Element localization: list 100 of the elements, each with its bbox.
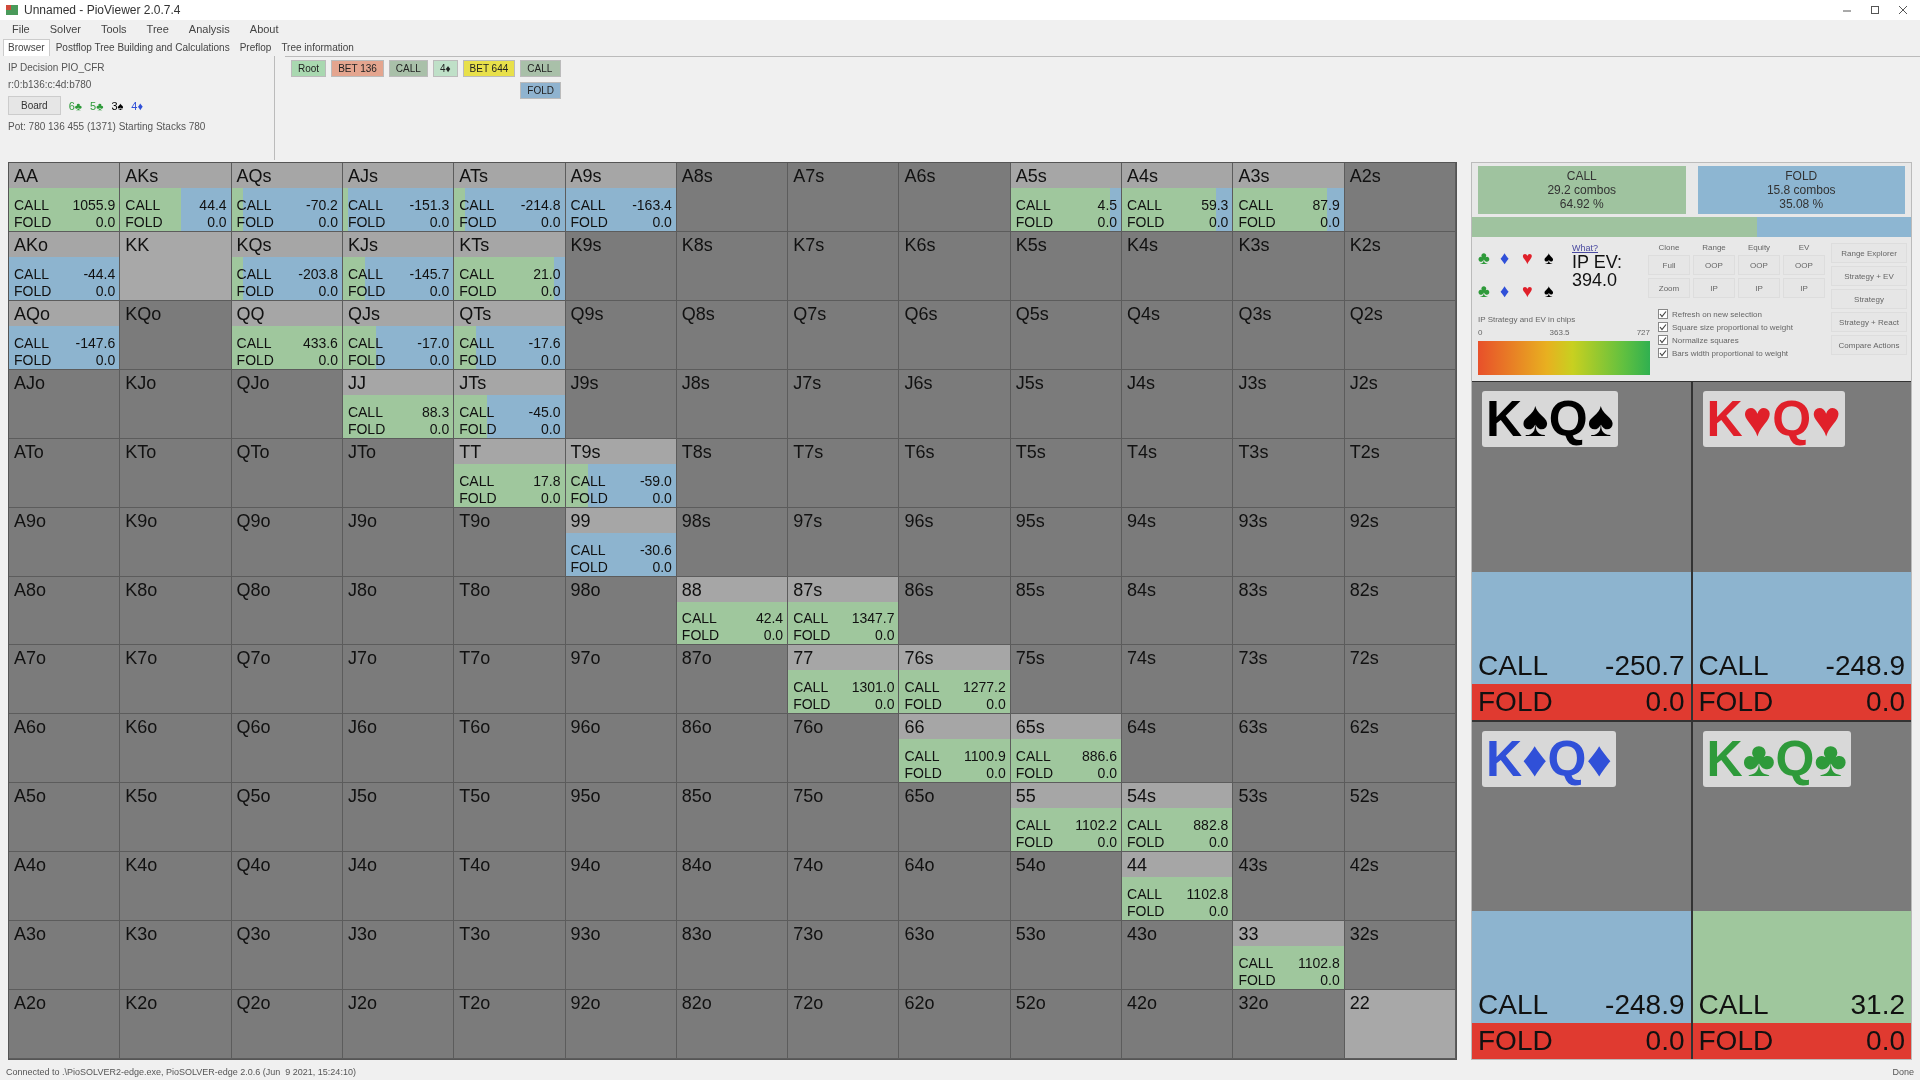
hand-cell[interactable]: J2o bbox=[342, 990, 455, 1059]
hand-cell[interactable]: KK bbox=[120, 231, 232, 301]
suit-filter[interactable]: ♦ bbox=[1500, 281, 1522, 302]
hand-cell[interactable]: 76s CALL 1277.2 FOLD 0.0 bbox=[899, 645, 1011, 715]
hand-cell[interactable]: T6o bbox=[454, 714, 566, 784]
menu-item[interactable]: File bbox=[4, 22, 38, 36]
hand-cell[interactable]: J8o bbox=[342, 576, 455, 646]
hand-cell[interactable]: JJ CALL 88.3 FOLD 0.0 bbox=[342, 369, 455, 439]
maximize-icon[interactable] bbox=[1870, 5, 1880, 15]
tab[interactable]: Preflop bbox=[235, 40, 276, 56]
hand-cell[interactable]: A9s CALL -163.4 FOLD 0.0 bbox=[565, 163, 677, 232]
hand-cell[interactable]: AJs CALL -151.3 FOLD 0.0 bbox=[342, 163, 455, 232]
suit-filter[interactable]: ♦ bbox=[1500, 248, 1522, 269]
hand-cell[interactable]: T9s CALL -59.0 FOLD 0.0 bbox=[565, 438, 677, 508]
hand-cell[interactable]: Q7o bbox=[231, 645, 343, 715]
suit-filter[interactable]: ♠ bbox=[1544, 248, 1566, 269]
hand-cell[interactable]: 82s bbox=[1344, 576, 1456, 646]
hand-cell[interactable]: T4s bbox=[1122, 438, 1234, 508]
hand-cell[interactable]: KTs CALL 21.0 FOLD 0.0 bbox=[454, 231, 566, 301]
hand-cell[interactable]: Q8s bbox=[676, 300, 789, 370]
hand-cell[interactable]: 84s bbox=[1122, 576, 1234, 646]
hand-cell[interactable]: T4o bbox=[454, 852, 566, 922]
hand-cell[interactable]: K9o bbox=[120, 507, 232, 577]
hand-cell[interactable]: 86o bbox=[676, 714, 789, 784]
hand-cell[interactable]: Q6o bbox=[231, 714, 343, 784]
hand-cell[interactable]: 33 CALL 1102.8 FOLD 0.0 bbox=[1233, 921, 1345, 991]
hand-cell[interactable]: K3s bbox=[1233, 231, 1345, 301]
tree-node[interactable]: Root bbox=[291, 60, 327, 77]
hand-cell[interactable]: A5o bbox=[9, 783, 121, 853]
hand-cell[interactable]: 74o bbox=[788, 852, 900, 922]
view-button[interactable]: Range Explorer bbox=[1831, 243, 1907, 263]
tree-node[interactable]: CALL bbox=[520, 60, 561, 77]
hand-cell[interactable]: 66 CALL 1100.9 FOLD 0.0 bbox=[899, 714, 1011, 784]
view-button[interactable]: Strategy + React bbox=[1831, 312, 1907, 332]
hand-cell[interactable]: J3s bbox=[1233, 369, 1345, 439]
hand-cell[interactable]: 53s bbox=[1233, 783, 1345, 853]
hand-cell[interactable]: Q4o bbox=[231, 852, 343, 922]
view-button[interactable]: OOP bbox=[1783, 255, 1825, 275]
menu-item[interactable]: Tree bbox=[138, 22, 177, 36]
hand-cell[interactable]: ATo bbox=[9, 438, 121, 508]
combo-tile[interactable]: K♣Q♣ CALL 31.2 FOLD 0.0 bbox=[1692, 721, 1911, 1059]
hand-cell[interactable]: 82o bbox=[676, 990, 789, 1059]
hand-cell[interactable]: 55 CALL 1102.2 FOLD 0.0 bbox=[1010, 783, 1123, 853]
hand-cell[interactable]: 75o bbox=[788, 783, 900, 853]
hand-cell[interactable]: K5s bbox=[1010, 231, 1123, 301]
hand-cell[interactable]: 73o bbox=[788, 921, 900, 991]
hand-cell[interactable]: 75s bbox=[1010, 645, 1123, 715]
hand-cell[interactable]: K9s bbox=[565, 231, 677, 301]
hand-cell[interactable]: KQs CALL -203.8 FOLD 0.0 bbox=[231, 231, 343, 301]
hand-cell[interactable]: T9o bbox=[454, 507, 566, 577]
hand-cell[interactable]: K6o bbox=[120, 714, 232, 784]
hand-cell[interactable]: AQs CALL -70.2 FOLD 0.0 bbox=[231, 163, 343, 232]
hand-cell[interactable]: J6s bbox=[899, 369, 1011, 439]
view-button[interactable]: Zoom bbox=[1648, 278, 1690, 298]
hand-cell[interactable]: 88 CALL 42.4 FOLD 0.0 bbox=[676, 576, 789, 646]
view-button[interactable]: IP bbox=[1738, 278, 1780, 298]
suit-filter[interactable]: ♣ bbox=[1478, 248, 1500, 269]
hand-cell[interactable]: 84o bbox=[676, 852, 789, 922]
hand-cell[interactable]: A5s CALL 4.5 FOLD 0.0 bbox=[1010, 163, 1123, 232]
hand-cell[interactable]: 53o bbox=[1010, 921, 1123, 991]
hand-cell[interactable]: 85s bbox=[1010, 576, 1123, 646]
suit-filter[interactable]: ♥ bbox=[1522, 281, 1544, 302]
hand-cell[interactable]: KQo bbox=[120, 300, 232, 370]
hand-cell[interactable]: Q7s bbox=[788, 300, 900, 370]
hand-cell[interactable]: J9o bbox=[342, 507, 455, 577]
hand-cell[interactable]: 65o bbox=[899, 783, 1011, 853]
hand-cell[interactable]: A7s bbox=[788, 163, 900, 232]
hand-cell[interactable]: T2s bbox=[1344, 438, 1456, 508]
hand-cell[interactable]: 92o bbox=[565, 990, 677, 1059]
hand-cell[interactable]: 83s bbox=[1233, 576, 1345, 646]
hand-cell[interactable]: 95o bbox=[565, 783, 677, 853]
tree-node[interactable]: FOLD bbox=[520, 82, 561, 99]
hand-cell[interactable]: 54o bbox=[1010, 852, 1123, 922]
hand-cell[interactable]: Q9o bbox=[231, 507, 343, 577]
hand-cell[interactable]: T7s bbox=[788, 438, 900, 508]
hand-cell[interactable]: K2o bbox=[120, 990, 232, 1059]
hand-cell[interactable]: T8o bbox=[454, 576, 566, 646]
hand-cell[interactable]: 83o bbox=[676, 921, 789, 991]
view-button[interactable]: Strategy + EV bbox=[1831, 266, 1907, 286]
hand-cell[interactable]: AKs CALL 44.4 FOLD 0.0 bbox=[120, 163, 232, 232]
hand-cell[interactable]: J8s bbox=[676, 369, 789, 439]
suit-filter[interactable]: ♣ bbox=[1478, 281, 1500, 302]
hand-cell[interactable]: Q6s bbox=[899, 300, 1011, 370]
hand-cell[interactable]: T8s bbox=[676, 438, 789, 508]
what-link[interactable]: What? bbox=[1572, 243, 1642, 253]
menu-item[interactable]: Tools bbox=[92, 22, 135, 36]
hand-cell[interactable]: 62o bbox=[899, 990, 1011, 1059]
hand-cell[interactable]: J2s bbox=[1344, 369, 1456, 439]
hand-cell[interactable]: A6o bbox=[9, 714, 121, 784]
checkbox[interactable] bbox=[1658, 335, 1668, 345]
menu-item[interactable]: About bbox=[241, 22, 287, 36]
hand-cell[interactable]: 52o bbox=[1010, 990, 1123, 1059]
hand-cell[interactable]: J5s bbox=[1010, 369, 1123, 439]
hand-cell[interactable]: A2s bbox=[1344, 163, 1456, 232]
hand-cell[interactable]: K5o bbox=[120, 783, 232, 853]
hand-cell[interactable]: Q3s bbox=[1233, 300, 1345, 370]
hand-cell[interactable]: TT CALL 17.8 FOLD 0.0 bbox=[454, 438, 566, 508]
hand-cell[interactable]: K7s bbox=[788, 231, 900, 301]
hand-cell[interactable]: Q2s bbox=[1344, 300, 1456, 370]
view-button[interactable]: IP bbox=[1693, 278, 1735, 298]
